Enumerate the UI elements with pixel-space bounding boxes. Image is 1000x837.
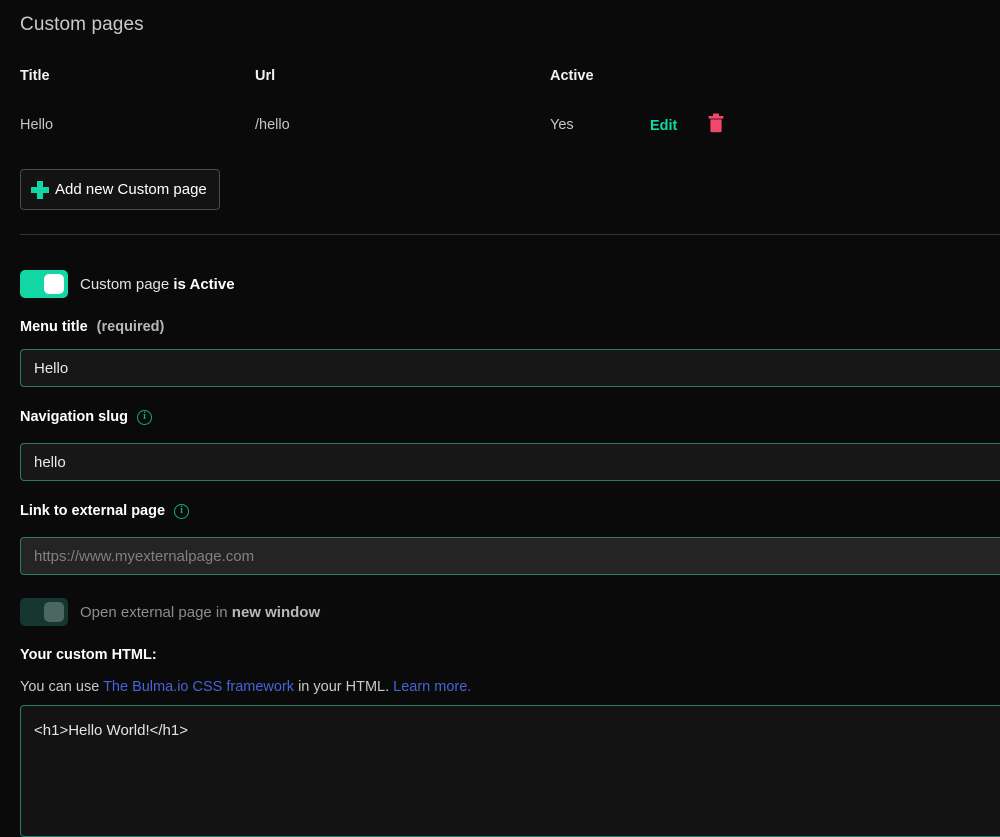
cell-active: Yes	[550, 117, 574, 133]
delete-page-button[interactable]	[705, 113, 727, 136]
table-header-row: Title Url Active	[20, 64, 760, 88]
help-text-middle: in your HTML.	[294, 679, 394, 695]
page-title: Custom pages	[20, 14, 144, 35]
menu-title-label: Menu title (required)	[20, 319, 164, 335]
add-new-custom-page-label: Add new Custom page	[55, 181, 207, 198]
navigation-slug-label: Navigation slug i	[20, 409, 152, 425]
custom-page-active-row: Custom page is Active	[20, 270, 235, 298]
learn-more-link[interactable]: Learn more.	[393, 679, 471, 695]
external-link-label-text: Link to external page	[20, 503, 166, 519]
custom-pages-table: Title Url Active Hello /hello Yes Edit	[20, 64, 760, 137]
custom-page-active-label-prefix: Custom page	[80, 275, 174, 293]
external-link-input[interactable]	[20, 537, 1000, 575]
add-new-custom-page-button[interactable]: Add new Custom page	[20, 169, 220, 210]
menu-title-required-note: (required)	[96, 319, 165, 335]
open-in-new-window-toggle[interactable]	[20, 598, 68, 626]
cell-url: /hello	[255, 117, 290, 133]
cell-title: Hello	[20, 117, 54, 133]
trash-icon	[707, 113, 725, 136]
bulma-framework-link[interactable]: The Bulma.io CSS framework	[103, 679, 294, 695]
custom-html-help-text: You can use The Bulma.io CSS framework i…	[20, 679, 471, 695]
open-in-new-window-label-strong: new window	[231, 603, 321, 621]
toggle-knob	[44, 274, 64, 294]
custom-page-active-label-strong: is Active	[173, 275, 235, 293]
custom-page-active-label: Custom page is Active	[80, 276, 235, 293]
open-in-new-window-row: Open external page in new window	[20, 598, 320, 626]
custom-page-active-toggle[interactable]	[20, 270, 68, 298]
menu-title-input[interactable]	[20, 349, 1000, 387]
edit-page-link[interactable]: Edit	[650, 118, 677, 134]
custom-html-textarea[interactable]: <h1>Hello World!</h1>	[20, 705, 1000, 837]
custom-html-label: Your custom HTML:	[20, 647, 157, 663]
custom-html-label-text: Your custom HTML:	[20, 647, 157, 663]
info-icon[interactable]: i	[136, 409, 152, 425]
toggle-knob	[44, 602, 64, 622]
menu-title-label-text: Menu title	[20, 319, 88, 335]
navigation-slug-input[interactable]	[20, 443, 1000, 481]
table-row: Hello /hello Yes Edit	[20, 113, 760, 137]
column-header-url: Url	[255, 68, 276, 84]
open-in-new-window-label-prefix: Open external page in	[80, 603, 232, 621]
plus-icon	[31, 180, 49, 199]
open-in-new-window-label: Open external page in new window	[80, 604, 320, 621]
section-divider	[20, 234, 1000, 235]
help-text-prefix: You can use	[20, 679, 104, 695]
column-header-title: Title	[20, 68, 50, 84]
column-header-active: Active	[550, 68, 594, 84]
navigation-slug-label-text: Navigation slug	[20, 409, 128, 425]
info-icon[interactable]: i	[174, 503, 190, 519]
custom-pages-settings-page: Custom pages Title Url Active Hello /hel…	[0, 0, 1000, 837]
external-link-label: Link to external page i	[20, 503, 190, 519]
